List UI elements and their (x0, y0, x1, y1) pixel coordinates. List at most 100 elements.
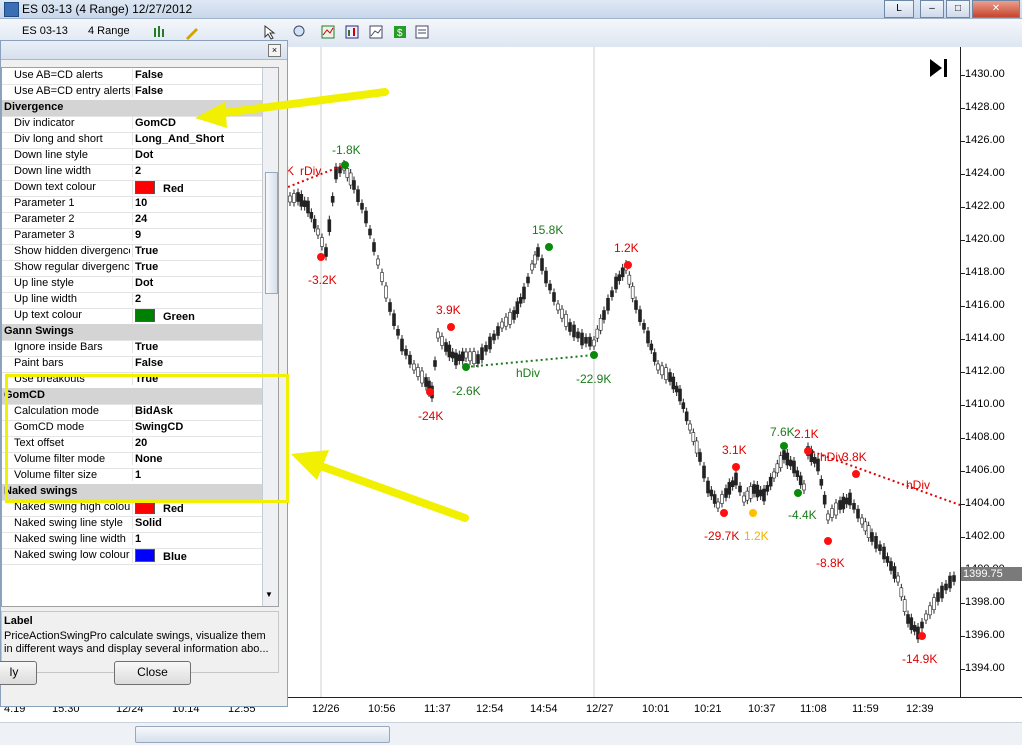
property-value[interactable]: 2 (132, 293, 263, 305)
chart-scrollbar[interactable] (0, 722, 1022, 745)
property-value[interactable]: BidAsk (132, 405, 263, 417)
maximize-button[interactable]: □ (946, 0, 970, 18)
property-value[interactable]: Dot (132, 149, 263, 161)
candle-body (912, 625, 917, 632)
zoom-icon[interactable] (292, 24, 308, 40)
scrollbar-thumb[interactable] (135, 726, 390, 743)
property-row[interactable]: Up line style Dot (2, 276, 262, 293)
candle-body (309, 212, 314, 219)
property-value[interactable]: Solid (132, 517, 263, 529)
property-value[interactable]: False (132, 357, 263, 369)
property-row[interactable]: Naked swing low colour Blue (2, 548, 262, 565)
property-value[interactable]: False (132, 69, 263, 81)
property-name: Use AB=CD alerts (14, 69, 103, 81)
property-row[interactable]: Down line width 2 (2, 164, 262, 181)
bar-type-icon[interactable] (152, 24, 168, 40)
property-row[interactable]: Volume filter mode None (2, 452, 262, 469)
swing-point-marker (462, 363, 470, 371)
property-row[interactable]: Down text colour Red (2, 180, 262, 197)
property-value[interactable]: True (132, 245, 263, 257)
property-value[interactable]: Red (132, 181, 263, 195)
property-name: Show regular divergences (14, 261, 130, 273)
property-row[interactable]: Show hidden divergences True (2, 244, 262, 261)
property-row[interactable]: Naked swing high colour Red (2, 500, 262, 517)
property-category[interactable]: Naked swings (2, 484, 262, 501)
property-row[interactable]: Text offset 20 (2, 436, 262, 453)
property-value[interactable]: Green (132, 309, 263, 323)
chart-properties-icon[interactable] (368, 24, 384, 40)
cursor-icon[interactable] (262, 24, 278, 40)
property-value[interactable]: True (132, 373, 263, 385)
property-row[interactable]: Up text colour Green (2, 308, 262, 325)
minimize-button[interactable]: – (920, 0, 944, 18)
candle-body (745, 490, 750, 501)
instrument-selector[interactable]: ES 03-13 (22, 25, 68, 37)
property-row[interactable]: Parameter 1 10 (2, 196, 262, 213)
property-row[interactable]: Ignore inside Bars True (2, 340, 262, 357)
scroll-thumb[interactable] (265, 172, 278, 294)
property-row[interactable]: GomCD mode SwingCD (2, 420, 262, 437)
category-label: Gann Swings (4, 325, 74, 337)
property-row[interactable]: Use breakouts True (2, 372, 262, 389)
property-value[interactable]: Red (132, 501, 263, 515)
property-value[interactable]: 10 (132, 197, 263, 209)
candle-body (720, 494, 724, 504)
chart-end-icon[interactable] (930, 59, 947, 77)
property-value[interactable]: 20 (132, 437, 263, 449)
property-value[interactable]: Long_And_Short (132, 133, 263, 145)
property-value[interactable]: Blue (132, 549, 263, 563)
period-selector[interactable]: 4 Range (88, 25, 130, 37)
apply-button[interactable]: ly (0, 661, 37, 685)
property-row[interactable]: Down line style Dot (2, 148, 262, 165)
property-row[interactable]: Parameter 2 24 (2, 212, 262, 229)
property-row[interactable]: Volume filter size 1 (2, 468, 262, 485)
property-row[interactable]: Up line width 2 (2, 292, 262, 309)
property-category[interactable]: Gann Swings (2, 324, 262, 341)
property-row[interactable]: Naked swing line width 1 (2, 532, 262, 549)
property-value[interactable]: 24 (132, 213, 263, 225)
property-value[interactable]: Dot (132, 277, 263, 289)
swing-volume-label: -24K (418, 409, 443, 423)
candle-body (906, 614, 910, 624)
property-value[interactable]: None (132, 453, 263, 465)
property-value[interactable]: 9 (132, 229, 263, 241)
property-value[interactable]: True (132, 261, 263, 273)
candle-body (664, 367, 668, 380)
draw-tool-icon[interactable] (184, 24, 200, 40)
property-row[interactable]: Paint bars False (2, 356, 262, 373)
close-window-button[interactable]: ✕ (972, 0, 1020, 18)
candle-body (782, 450, 786, 460)
candle-body (812, 457, 817, 464)
candle-body (870, 532, 874, 542)
dollar-icon[interactable]: $ (392, 24, 408, 40)
candle-body (530, 263, 534, 271)
price-chart[interactable]: -1.8K -3.2K 3.9K -24K -2.6K 15.8K -22.9K 1.2K 3.… (286, 47, 961, 697)
divergence-label: hDiv (906, 478, 930, 492)
property-value[interactable]: True (132, 341, 263, 353)
candle-body (400, 338, 404, 352)
property-name: Div indicator (14, 117, 75, 129)
candle-body (734, 472, 738, 486)
candle-body (896, 575, 900, 583)
property-row[interactable]: Div long and short Long_And_Short (2, 132, 262, 149)
property-row[interactable]: Naked swing line style Solid (2, 516, 262, 533)
property-value[interactable]: SwingCD (132, 421, 263, 433)
close-button[interactable]: Close (114, 661, 191, 685)
data-box-icon[interactable] (414, 24, 430, 40)
property-value[interactable]: 1 (132, 533, 263, 545)
property-value[interactable]: 1 (132, 469, 263, 481)
property-row[interactable]: Calculation mode BidAsk (2, 404, 262, 421)
property-grid-scrollbar[interactable]: ▼ (262, 68, 278, 606)
indicators-icon[interactable] (320, 24, 336, 40)
property-row[interactable]: Show regular divergences True (2, 260, 262, 277)
property-category[interactable]: GomCD (2, 388, 262, 405)
dialog-close-icon[interactable]: × (268, 44, 281, 57)
scroll-down-arrow[interactable]: ▼ (265, 590, 273, 599)
candle-body (924, 613, 928, 621)
link-button[interactable]: L (884, 0, 914, 18)
strategies-icon[interactable] (344, 24, 360, 40)
property-value[interactable]: 2 (132, 165, 263, 177)
property-row[interactable]: Parameter 3 9 (2, 228, 262, 245)
candle-body (476, 354, 480, 364)
property-grid[interactable]: Use AB=CD alerts False Use AB=CD entry ale… (1, 67, 279, 607)
